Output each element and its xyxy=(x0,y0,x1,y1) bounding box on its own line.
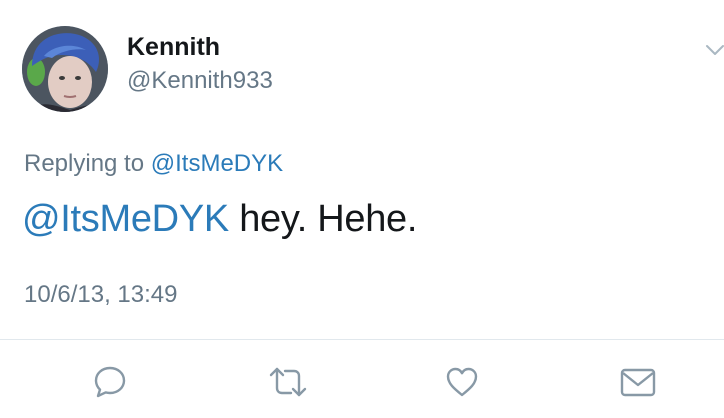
retweet-icon xyxy=(269,367,307,397)
tweet-body-text: hey. Hehe. xyxy=(239,198,418,240)
chevron-down-icon[interactable] xyxy=(704,42,724,58)
reply-button[interactable] xyxy=(92,364,128,400)
direct-message-button[interactable] xyxy=(619,364,657,400)
envelope-icon xyxy=(620,368,656,397)
tweet-mention-link[interactable]: @ItsMeDYK xyxy=(22,198,229,240)
reply-bubble-icon xyxy=(94,366,126,398)
author-handle[interactable]: @Kennith933 xyxy=(127,67,273,95)
author-display-name[interactable]: Kennith xyxy=(127,33,220,62)
retweet-button[interactable] xyxy=(267,364,309,400)
replying-to-label: Replying to xyxy=(24,150,145,177)
avatar-photo xyxy=(22,26,108,112)
heart-icon xyxy=(446,367,478,397)
tweet-timestamp: 10/6/13, 13:49 xyxy=(24,281,178,308)
replying-to-line: Replying to @ItsMeDYK xyxy=(24,150,283,178)
like-button[interactable] xyxy=(444,364,480,400)
replying-to-mention-link[interactable]: @ItsMeDYK xyxy=(151,150,283,177)
avatar[interactable] xyxy=(22,26,108,112)
divider xyxy=(0,339,724,340)
tweet-text: @ItsMeDYK hey. Hehe. xyxy=(22,194,417,244)
